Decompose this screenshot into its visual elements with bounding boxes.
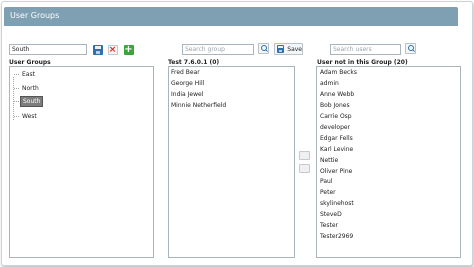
group-members-title: Test 7.6.0.1 (0): [168, 59, 220, 66]
page-title: User Groups: [10, 11, 60, 20]
user-item[interactable]: Peter: [320, 189, 336, 196]
member-item[interactable]: Minnie Netherfield: [171, 102, 226, 109]
delete-icon: ×: [107, 44, 118, 55]
save-icon: [277, 45, 285, 53]
user-item[interactable]: Nettie: [320, 157, 338, 164]
user-item[interactable]: developer: [320, 124, 350, 131]
save-button-label: Save: [287, 45, 302, 53]
search-icon: [405, 43, 416, 54]
user-item[interactable]: Adam Becks: [320, 69, 357, 76]
user-item[interactable]: Carrie Osp: [320, 113, 352, 120]
tree-item-label: West: [22, 112, 37, 120]
user-item[interactable]: SteveD: [320, 211, 342, 218]
user-groups-title: User Groups: [9, 59, 51, 66]
user-item[interactable]: admin: [320, 80, 339, 87]
user-search-input[interactable]: Search users: [330, 44, 401, 55]
user-item[interactable]: Paul: [320, 178, 333, 185]
not-in-group-title: User not in this Group (20): [317, 59, 408, 66]
tree-item-label: East: [22, 70, 35, 78]
member-item[interactable]: George Hill: [171, 80, 204, 87]
tree-item-label: South: [20, 95, 44, 107]
save-members-button[interactable]: Save: [274, 43, 303, 55]
tree-item-label: North: [22, 84, 39, 92]
member-item[interactable]: India Jewel: [171, 91, 203, 98]
move-to-group-button[interactable]: [299, 151, 310, 160]
header-bar: User Groups: [4, 7, 458, 26]
user-search-button[interactable]: [405, 43, 416, 54]
save-group-button[interactable]: [92, 44, 103, 55]
user-item[interactable]: Tester2969: [320, 233, 353, 240]
tree-item-south[interactable]: South: [14, 95, 44, 107]
user-item[interactable]: Anne Webb: [320, 91, 354, 98]
user-item[interactable]: Oliver Pine: [320, 168, 352, 175]
tree-item-north[interactable]: North: [14, 83, 41, 93]
group-search-input[interactable]: Search group: [182, 44, 254, 55]
user-item[interactable]: Bob Jones: [320, 102, 350, 109]
add-group-button[interactable]: +: [123, 44, 134, 55]
delete-group-button[interactable]: ×: [107, 44, 118, 55]
remove-from-group-button[interactable]: [299, 164, 310, 173]
add-icon: +: [123, 43, 134, 55]
user-item[interactable]: Tester: [320, 222, 338, 229]
group-name-input[interactable]: South: [9, 44, 87, 55]
group-search-button[interactable]: [258, 43, 269, 54]
save-icon: [92, 44, 103, 55]
tree-item-east[interactable]: East: [14, 69, 37, 79]
user-item[interactable]: skylinehost: [320, 200, 354, 207]
user-item[interactable]: Karl Levine: [320, 146, 353, 153]
member-item[interactable]: Fred Bear: [171, 69, 200, 76]
search-icon: [258, 43, 269, 54]
user-item[interactable]: Edgar Fells: [320, 135, 353, 142]
tree-item-west[interactable]: West: [14, 111, 39, 121]
